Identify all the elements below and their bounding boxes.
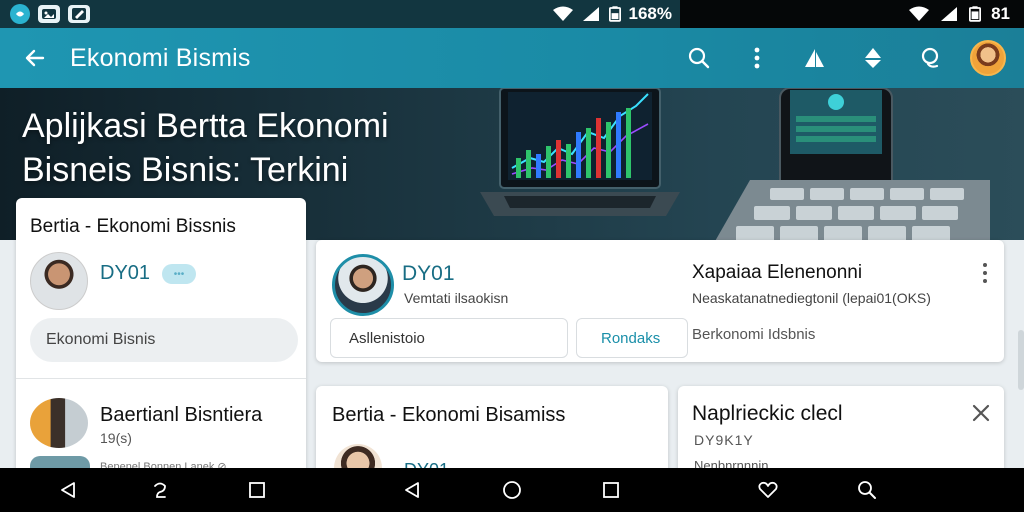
search-button[interactable] <box>670 28 728 88</box>
navigation-bar <box>0 468 1024 512</box>
back-triangle-icon <box>61 482 75 498</box>
card-subtitle: DY9K1Y <box>694 432 754 448</box>
status-text-left: 168% <box>628 4 672 23</box>
hero-title: Aplijkasi Bertta Ekonomi Bisneis Bisnis:… <box>22 107 389 189</box>
status-text-right: 81 <box>991 4 1010 23</box>
image-icon <box>38 5 60 23</box>
app-icon <box>10 4 30 24</box>
chat-icon <box>921 47 939 68</box>
nav-favorites-button[interactable] <box>746 468 790 512</box>
left-panel-card[interactable]: Bertia - Ekonomi Bissnis DY01 ••• Ekonom… <box>16 198 306 488</box>
nav-home-button[interactable] <box>490 468 534 512</box>
search-icon <box>858 481 876 499</box>
card-subtitle: Neaskatanatnediegtonil (lepai01(OKS) <box>692 290 931 306</box>
nav-recents-button[interactable] <box>589 468 633 512</box>
divider <box>16 378 306 379</box>
nav-back-button[interactable] <box>46 468 90 512</box>
heart-icon <box>758 481 778 498</box>
status-bar-left: 168% <box>0 0 680 28</box>
battery-icon <box>969 6 982 22</box>
status-bar: 168% 81 <box>0 0 1024 28</box>
profile-avatar[interactable] <box>970 40 1006 76</box>
avatar[interactable] <box>30 398 88 448</box>
list-item-subtitle: 19(s) <box>100 430 132 446</box>
signal-icon <box>582 7 599 21</box>
verified-badge: ••• <box>162 264 196 284</box>
more-options-button[interactable] <box>728 28 786 88</box>
category-chip[interactable]: Ekonomi Bisnis <box>30 318 298 362</box>
scrollbar[interactable] <box>1018 330 1024 390</box>
notifications-button[interactable] <box>844 28 902 88</box>
edit-icon <box>68 5 90 23</box>
app-bar: Ekonomi Bismis <box>0 28 1024 88</box>
wifi-icon <box>909 6 930 21</box>
avatar[interactable] <box>30 252 88 310</box>
card-title: Naplrieckic clecl <box>692 402 843 425</box>
recents-square-icon <box>603 482 619 498</box>
nav-back-button[interactable] <box>390 468 434 512</box>
user-handle: Vemtati ilsaokisn <box>404 290 509 306</box>
search-icon <box>688 47 710 69</box>
home-circle-icon <box>503 481 521 499</box>
username[interactable]: DY01 <box>100 262 150 285</box>
card-description: Berkonomi Idsbnis <box>692 326 816 343</box>
profile-card[interactable]: DY01 Vemtati ilsaokisn Asllenistoio Rond… <box>316 240 1004 362</box>
action-button-secondary[interactable]: Rondaks <box>576 318 688 358</box>
calculator-illustration <box>715 180 990 240</box>
more-vert-icon <box>754 47 760 69</box>
recents-square-icon <box>249 482 265 498</box>
nav-assistant-button[interactable] <box>138 468 182 512</box>
sail-button[interactable] <box>786 28 844 88</box>
card-title: Xapaiaa Elenenonni <box>692 262 863 283</box>
laptop-chart-illustration <box>480 88 680 216</box>
chat-button[interactable] <box>902 28 960 88</box>
username[interactable]: DY01 <box>402 262 455 286</box>
wifi-icon <box>552 6 573 21</box>
card-title: Bertia - Ekonomi Bisamiss <box>332 404 566 426</box>
nav-search-button[interactable] <box>845 468 889 512</box>
more-vert-icon[interactable] <box>980 262 990 284</box>
bell-icon <box>865 48 881 68</box>
list-item-title[interactable]: Baertianl Bisntiera <box>100 404 262 427</box>
back-triangle-icon <box>405 482 419 498</box>
close-icon[interactable] <box>972 404 990 422</box>
signal-icon <box>941 7 958 21</box>
avatar[interactable] <box>332 254 394 316</box>
card-title: Bertia - Ekonomi Bissnis <box>30 216 236 237</box>
action-button-primary[interactable]: Asllenistoio <box>330 318 568 358</box>
app-bar-title: Ekonomi Bismis <box>70 43 251 72</box>
sail-icon <box>805 49 824 67</box>
back-arrow-icon <box>25 49 45 67</box>
back-button[interactable] <box>0 28 70 88</box>
battery-icon <box>608 6 621 22</box>
nav-recents-button[interactable] <box>235 468 279 512</box>
assistant-icon <box>154 482 166 498</box>
status-bar-right: 81 <box>680 0 1024 28</box>
